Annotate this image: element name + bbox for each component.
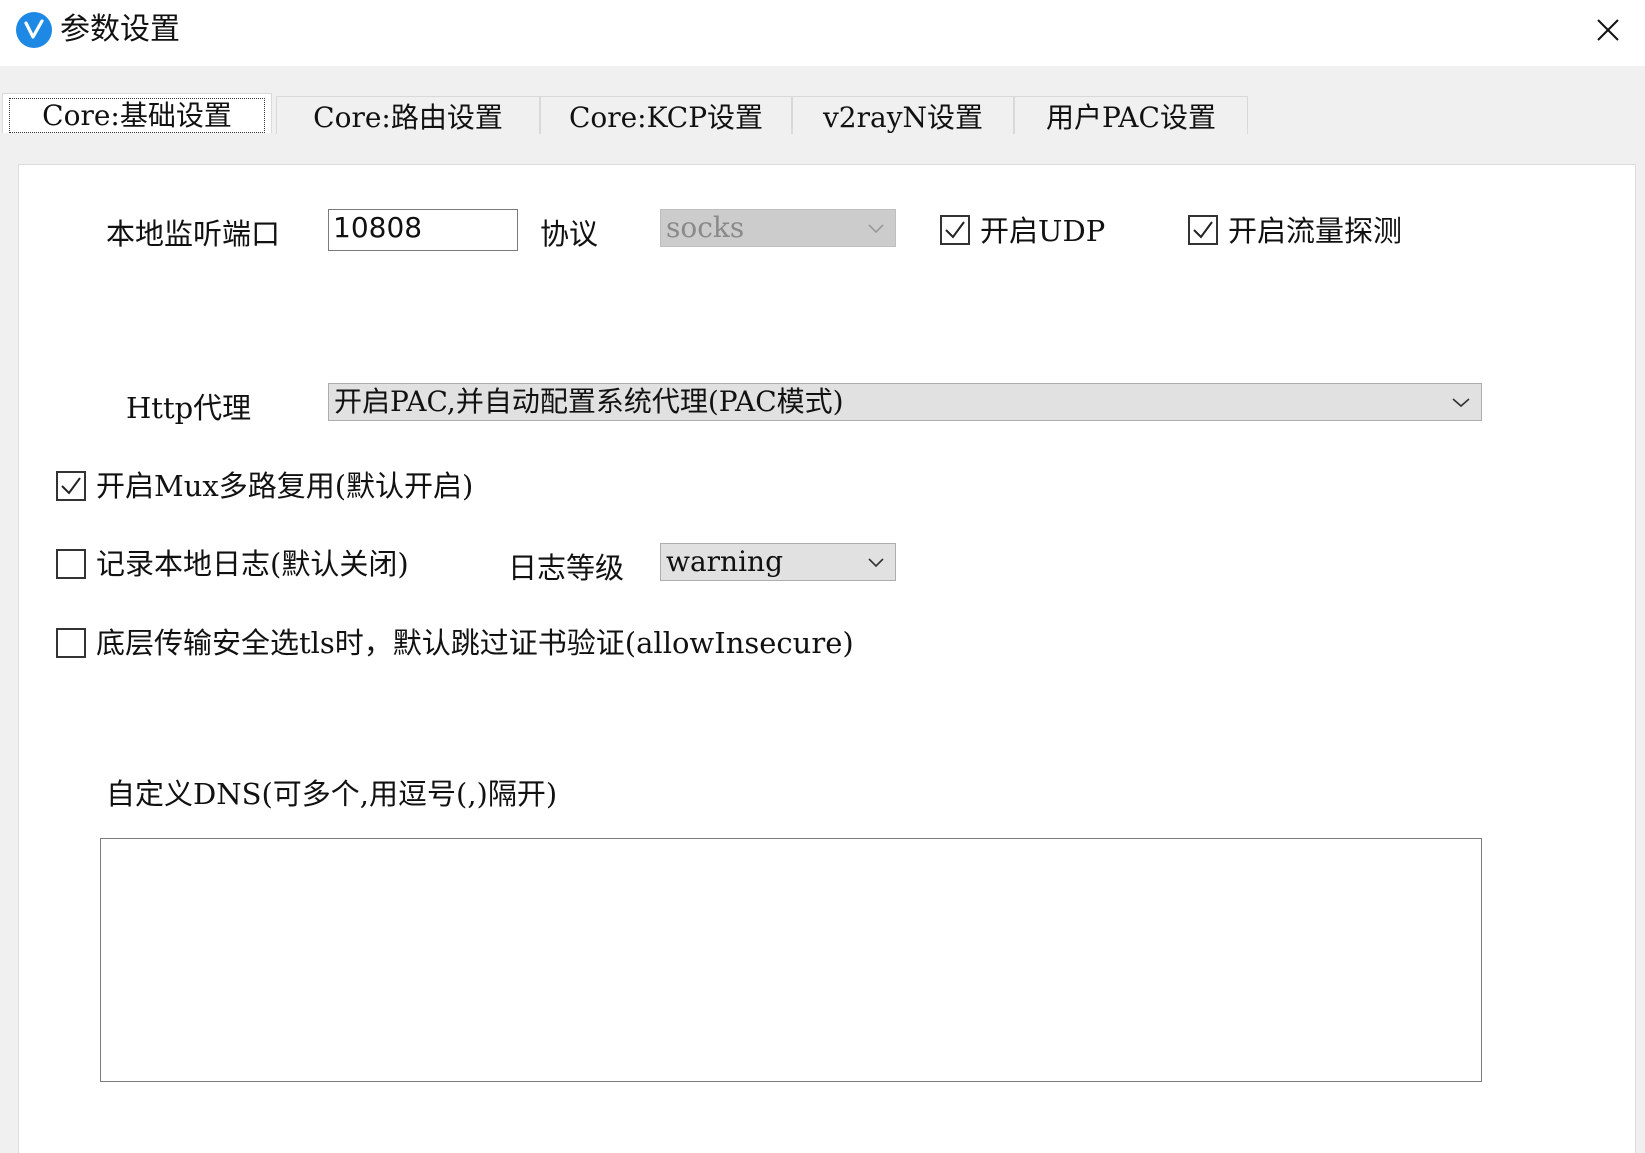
mux-checkbox[interactable]	[56, 471, 86, 501]
allow-insecure-checkbox[interactable]	[56, 628, 86, 658]
close-button[interactable]	[1588, 12, 1628, 48]
tab-label: v2rayN设置	[822, 100, 984, 134]
enable-udp-label: 开启UDP	[980, 214, 1106, 248]
tab-label: 用户PAC设置	[1046, 100, 1216, 134]
mux-label: 开启Mux多路复用(默认开启)	[96, 469, 474, 503]
custom-dns-label: 自定义DNS(可多个,用逗号(,)隔开)	[106, 777, 558, 811]
v2rayn-logo-icon	[16, 12, 52, 48]
protocol-select-value: socks	[666, 211, 745, 244]
log-label: 记录本地日志(默认关闭)	[96, 547, 409, 581]
checkmark-icon	[1193, 221, 1213, 239]
log-level-select[interactable]: warning	[660, 543, 896, 581]
tab-core-routing[interactable]: Core:路由设置	[276, 96, 540, 134]
title-bar: 参数设置	[0, 0, 1645, 66]
http-proxy-label: Http代理	[126, 391, 252, 425]
enable-udp-checkbox[interactable]	[940, 215, 970, 245]
protocol-label: 协议	[540, 217, 599, 251]
window-title: 参数设置	[60, 12, 180, 47]
tab-user-pac[interactable]: 用户PAC设置	[1014, 96, 1248, 134]
tab-v2rayn-settings[interactable]: v2rayN设置	[792, 96, 1014, 134]
allow-insecure-label: 底层传输安全选tls时，默认跳过证书验证(allowInsecure)	[96, 626, 854, 660]
close-icon	[1597, 19, 1619, 41]
tab-core-basic[interactable]: Core:基础设置	[2, 93, 272, 133]
custom-dns-textarea[interactable]	[100, 838, 1482, 1082]
chevron-down-icon	[867, 544, 885, 580]
chevron-down-icon	[1451, 384, 1471, 420]
checkmark-icon	[61, 477, 81, 495]
local-port-label: 本地监听端口	[106, 217, 281, 251]
local-port-input[interactable]: 10808	[328, 209, 518, 251]
log-level-label: 日志等级	[508, 551, 625, 585]
tab-label: Core:KCP设置	[568, 100, 764, 134]
enable-sniffing-checkbox[interactable]	[1188, 215, 1218, 245]
http-proxy-select-value: 开启PAC,并自动配置系统代理(PAC模式)	[334, 385, 844, 418]
enable-sniffing-label: 开启流量探测	[1228, 214, 1403, 248]
http-proxy-select[interactable]: 开启PAC,并自动配置系统代理(PAC模式)	[328, 383, 1482, 421]
protocol-select[interactable]: socks	[660, 209, 896, 247]
chevron-down-icon	[867, 210, 885, 246]
tab-label: Core:路由设置	[313, 100, 503, 134]
log-level-select-value: warning	[666, 545, 783, 578]
tab-core-kcp[interactable]: Core:KCP设置	[540, 96, 792, 134]
log-checkbox[interactable]	[56, 549, 86, 579]
checkmark-icon	[945, 221, 965, 239]
tab-focus-ring	[9, 98, 265, 133]
